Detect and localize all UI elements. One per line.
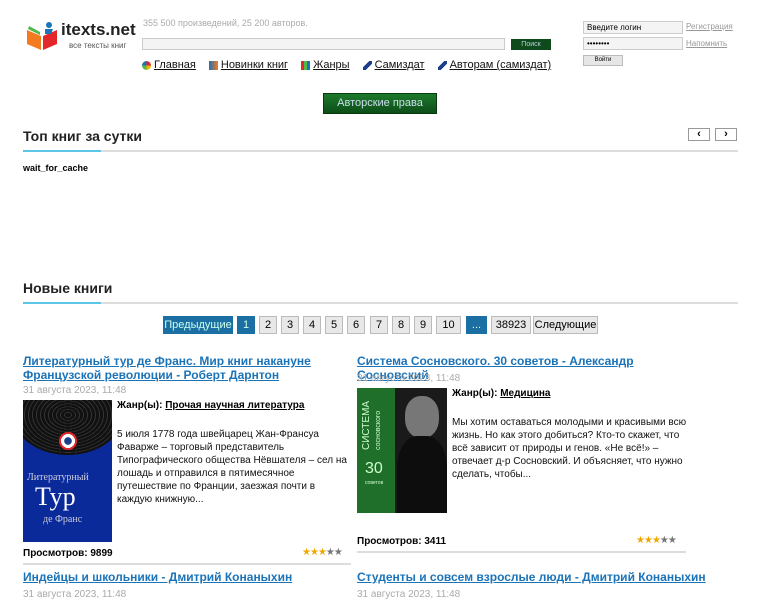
logo-book-icon bbox=[27, 22, 57, 50]
page-7[interactable]: 7 bbox=[370, 316, 388, 334]
password-input[interactable] bbox=[583, 37, 683, 50]
rating-stars[interactable]: ★★★★★ bbox=[636, 535, 677, 546]
top-next-button[interactable]: › bbox=[715, 128, 737, 141]
book-date: 31 августа 2023, 11:48 bbox=[357, 589, 461, 600]
book-description: Мы хотим оставаться молодыми и красивыми… bbox=[452, 417, 687, 480]
remind-password-link[interactable]: Напомнить bbox=[686, 39, 727, 48]
pen-icon bbox=[437, 60, 447, 70]
cover-text: 30 bbox=[365, 460, 383, 477]
top-books-divider bbox=[23, 150, 738, 152]
site-stats: 355 500 произведений, 25 200 авторов. bbox=[143, 18, 308, 28]
book-cover[interactable]: СИСТЕМА сосновского 30 советов bbox=[357, 388, 447, 513]
star-icon[interactable]: ★ bbox=[668, 535, 677, 546]
logo[interactable]: itexts.net все тексты книг bbox=[25, 20, 137, 52]
book-date: 31 августа 2023, 11:48 bbox=[357, 373, 461, 384]
page-4[interactable]: 4 bbox=[303, 316, 321, 334]
genre-link[interactable]: Прочая научная литература bbox=[165, 400, 304, 411]
home-icon bbox=[142, 60, 151, 70]
nav-home[interactable]: Главная bbox=[142, 59, 196, 71]
star-icon[interactable]: ★ bbox=[652, 535, 661, 546]
book-title-link[interactable]: Студенты и совсем взрослые люди - Дмитри… bbox=[357, 570, 706, 584]
cover-text: де Франс bbox=[43, 514, 83, 525]
pagination-ellipsis[interactable]: ... bbox=[466, 316, 487, 334]
page-10[interactable]: 10 bbox=[436, 316, 461, 334]
book-description: 5 июля 1778 года швейцарец Жан-Франсуа Ф… bbox=[117, 429, 347, 505]
cover-text: СИСТЕМА bbox=[361, 400, 372, 450]
pagination-next[interactable]: Следующие bbox=[533, 316, 598, 334]
nav-authors[interactable]: Авторам (самиздат) bbox=[437, 59, 551, 71]
book-genre: Жанр(ы): Прочая научная литература bbox=[117, 400, 305, 411]
rating-stars[interactable]: ★★★★★ bbox=[302, 547, 343, 558]
search-input[interactable] bbox=[142, 38, 505, 50]
register-link[interactable]: Регистрация bbox=[686, 22, 733, 31]
page-last[interactable]: 38923 bbox=[491, 316, 531, 334]
page-9[interactable]: 9 bbox=[414, 316, 432, 334]
page-6[interactable]: 6 bbox=[347, 316, 365, 334]
main-nav: Главная Новинки книг Жанры Самиздат Авто… bbox=[142, 59, 551, 71]
nav-new-books[interactable]: Новинки книг bbox=[208, 59, 288, 71]
book-title-link[interactable]: Литературный тур де Франс. Мир книг нака… bbox=[23, 354, 323, 382]
star-icon[interactable]: ★ bbox=[636, 535, 645, 546]
logo-text: itexts.net bbox=[61, 20, 136, 39]
page-5[interactable]: 5 bbox=[325, 316, 343, 334]
pagination-prev[interactable]: Предыдущие bbox=[163, 316, 233, 334]
book-divider bbox=[357, 551, 686, 553]
book-views: Просмотров: 9899 bbox=[23, 548, 113, 559]
cover-portrait bbox=[405, 396, 439, 438]
book-genre: Жанр(ы): Медицина bbox=[452, 388, 551, 399]
cover-text: Тур bbox=[35, 482, 76, 511]
search-button[interactable]: Поиск bbox=[511, 39, 551, 50]
star-icon[interactable]: ★ bbox=[310, 547, 319, 558]
top-prev-button[interactable]: ‹ bbox=[688, 128, 710, 141]
new-books-icon bbox=[208, 60, 218, 70]
book-views: Просмотров: 3411 bbox=[357, 536, 447, 547]
star-icon[interactable]: ★ bbox=[644, 535, 653, 546]
new-books-divider bbox=[23, 302, 738, 304]
book-title-link[interactable]: Индейцы и школьники - Дмитрий Конаныхин bbox=[23, 570, 292, 584]
star-icon[interactable]: ★ bbox=[660, 535, 669, 546]
top-books-status: wait_for_cache bbox=[23, 163, 89, 173]
book-date: 31 августа 2023, 11:48 bbox=[23, 589, 127, 600]
cover-text: сосновского bbox=[375, 410, 382, 450]
star-icon[interactable]: ★ bbox=[318, 547, 327, 558]
page-2[interactable]: 2 bbox=[259, 316, 277, 334]
star-icon[interactable]: ★ bbox=[334, 547, 343, 558]
login-input[interactable] bbox=[583, 21, 683, 34]
book-date: 31 августа 2023, 11:48 bbox=[23, 385, 127, 396]
genre-link[interactable]: Медицина bbox=[500, 388, 550, 399]
copyright-button[interactable]: Авторские права bbox=[323, 93, 437, 114]
new-books-title: Новые книги bbox=[23, 280, 113, 296]
book-divider bbox=[23, 563, 351, 565]
login-button[interactable]: Войти bbox=[583, 55, 623, 66]
star-icon[interactable]: ★ bbox=[302, 547, 311, 558]
page-3[interactable]: 3 bbox=[281, 316, 299, 334]
top-books-title: Топ книг за сутки bbox=[23, 128, 143, 144]
book-cover[interactable]: Литературный Тур де Франс bbox=[23, 400, 112, 542]
page-8[interactable]: 8 bbox=[392, 316, 410, 334]
pen-icon bbox=[362, 60, 372, 70]
nav-samizdat[interactable]: Самиздат bbox=[362, 59, 425, 71]
star-icon[interactable]: ★ bbox=[326, 547, 335, 558]
logo-subtitle: все тексты книг bbox=[69, 41, 127, 50]
genres-icon bbox=[301, 60, 311, 70]
page-1[interactable]: 1 bbox=[237, 316, 255, 334]
nav-genres[interactable]: Жанры bbox=[301, 59, 350, 71]
cover-text: советов bbox=[365, 480, 384, 486]
